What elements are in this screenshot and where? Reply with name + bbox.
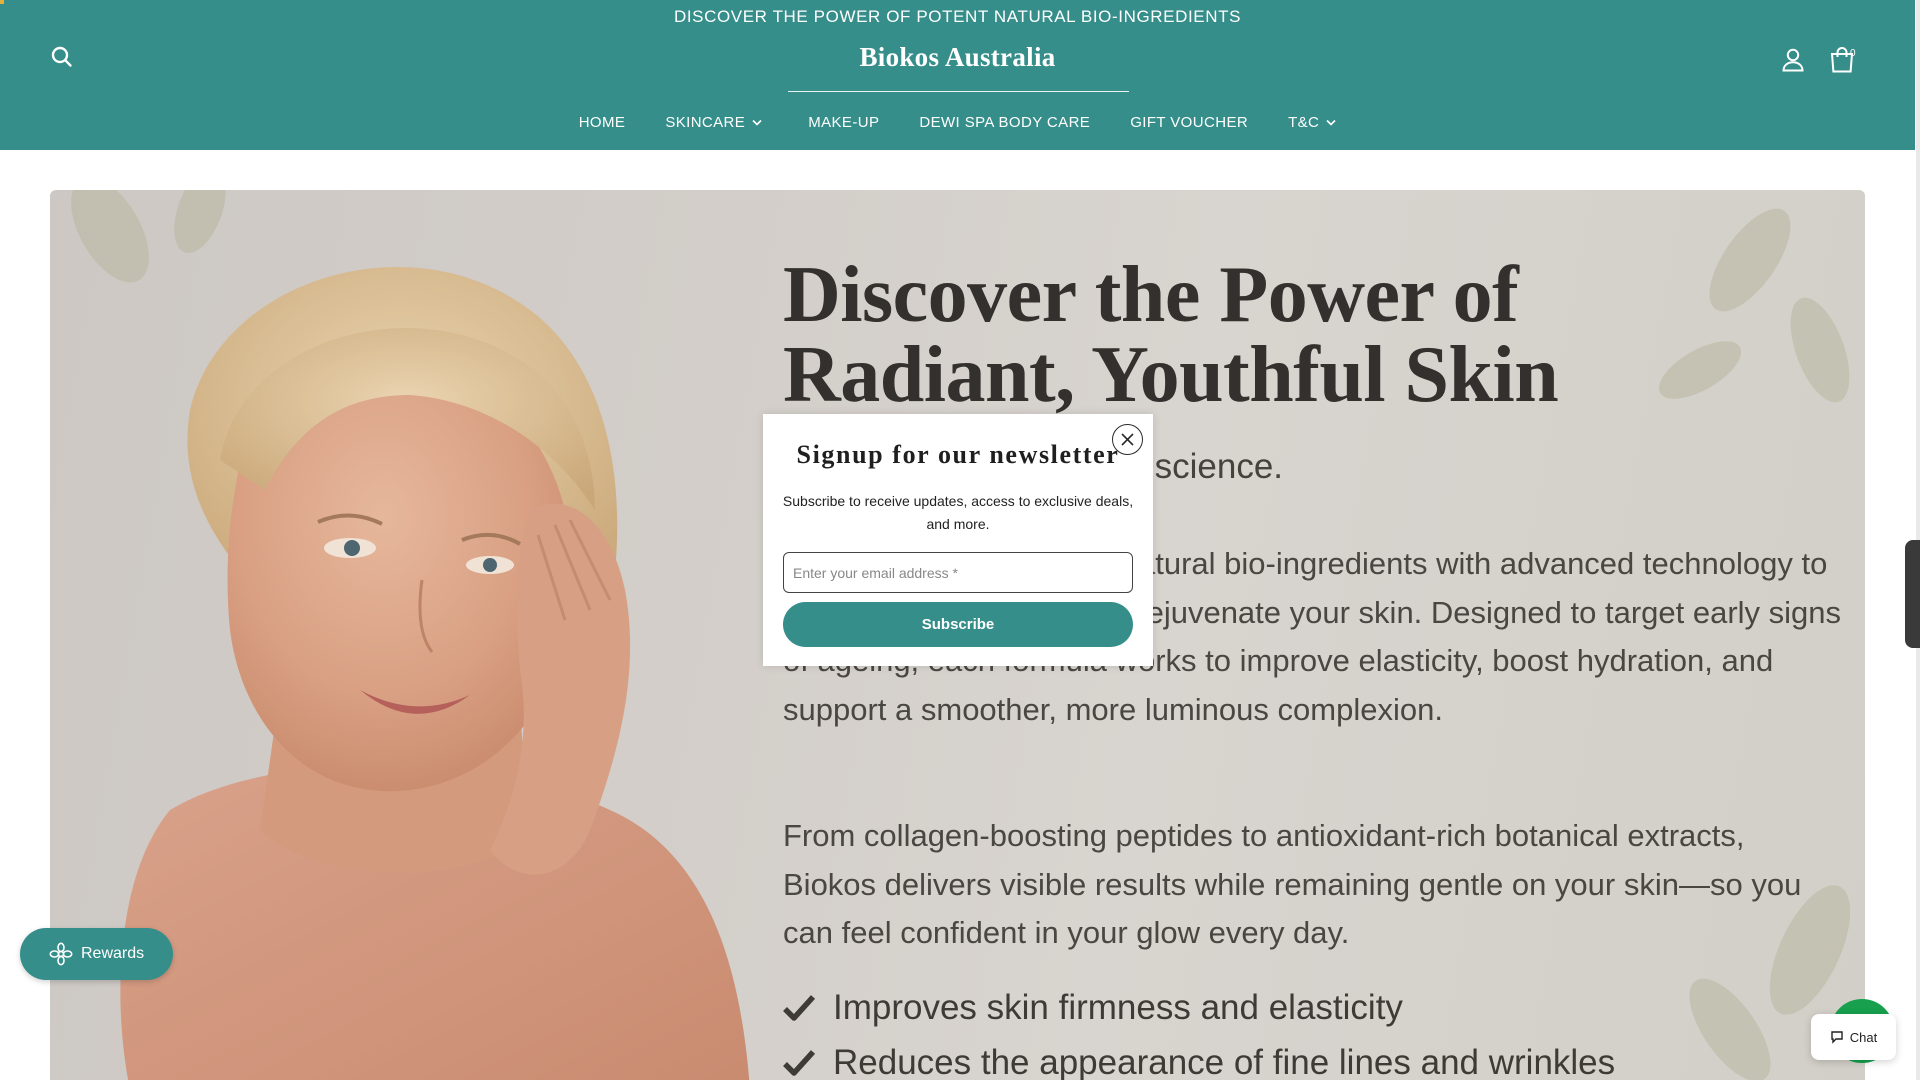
subscribe-button[interactable]: Subscribe (783, 602, 1133, 647)
rewards-label: Rewards (81, 945, 145, 962)
page: DISCOVER THE POWER OF POTENT NATURAL BIO… (0, 0, 1920, 1080)
benefit-item: Reduces the appearance of fine lines and… (783, 1035, 1843, 1080)
chevron-down-icon (752, 119, 762, 126)
account-icon (1782, 48, 1804, 72)
brand-logo[interactable]: Biokos Australia (0, 42, 1915, 73)
rewards-button[interactable]: Rewards (20, 928, 173, 980)
hero-title-line: Discover the Power of (783, 251, 1519, 339)
chevron-down-icon (1326, 119, 1336, 126)
nav-item-label: GIFT VOUCHER (1130, 114, 1249, 131)
nav-item-label: MAKE-UP (808, 114, 880, 131)
nav-item-skincare[interactable]: SKINCARE (645, 114, 782, 131)
chat-label: Chat (1849, 1029, 1878, 1045)
scrollbar-handle[interactable] (1905, 540, 1920, 648)
benefit-label: Improves skin firmness and elasticity (833, 987, 1403, 1027)
hero-title-line: Radiant, Youthful Skin (783, 331, 1559, 419)
nav-item-label: HOME (578, 114, 626, 131)
flower-icon (49, 942, 73, 966)
chat-icon (1831, 1031, 1843, 1044)
nav-item-home[interactable]: HOME (559, 114, 646, 131)
nav-item-dewi-spa-body-care[interactable]: DEWI SPA BODY CARE (899, 114, 1110, 131)
corner-indicator (0, 0, 4, 4)
nav-item-make-up[interactable]: MAKE-UP (788, 114, 899, 131)
newsletter-description: Subscribe to receive updates, access to … (782, 493, 1134, 532)
brand-divider (788, 91, 1129, 92)
checkmark-icon (783, 994, 815, 1021)
benefit-label: Reduces the appearance of fine lines and… (833, 1042, 1616, 1080)
account-button[interactable] (1781, 47, 1807, 73)
hero-paragraph: From collagen-boosting peptides to antio… (783, 818, 1802, 950)
nav-item-label: T&C (1288, 114, 1320, 131)
newsletter-title: Signup for our newsletter (796, 440, 1120, 469)
nav-item-label: SKINCARE (665, 114, 746, 131)
email-field[interactable] (783, 552, 1133, 593)
main-nav: HOME SKINCARE MAKE-UP DEWI SPA BODY CARE… (0, 114, 1915, 131)
checkmark-icon (783, 1049, 815, 1076)
chat-button[interactable]: Chat (1811, 1014, 1896, 1060)
benefit-list: Improves skin firmness and elasticity Re… (783, 980, 1843, 1080)
newsletter-modal: Signup for our newsletter Subscribe to r… (763, 414, 1153, 666)
benefit-item: Improves skin firmness and elasticity (783, 980, 1843, 1035)
nav-item-label: DEWI SPA BODY CARE (919, 114, 1091, 131)
cart-count-badge: 0 (1850, 48, 1856, 59)
nav-item-tc[interactable]: T&C (1268, 114, 1356, 131)
hero-title: Discover the Power of Radiant, Youthful … (783, 255, 1843, 415)
site-header: DISCOVER THE POWER OF POTENT NATURAL BIO… (0, 0, 1915, 150)
announcement-bar: DISCOVER THE POWER OF POTENT NATURAL BIO… (673, 7, 1242, 26)
nav-item-gift-voucher[interactable]: GIFT VOUCHER (1110, 114, 1268, 131)
